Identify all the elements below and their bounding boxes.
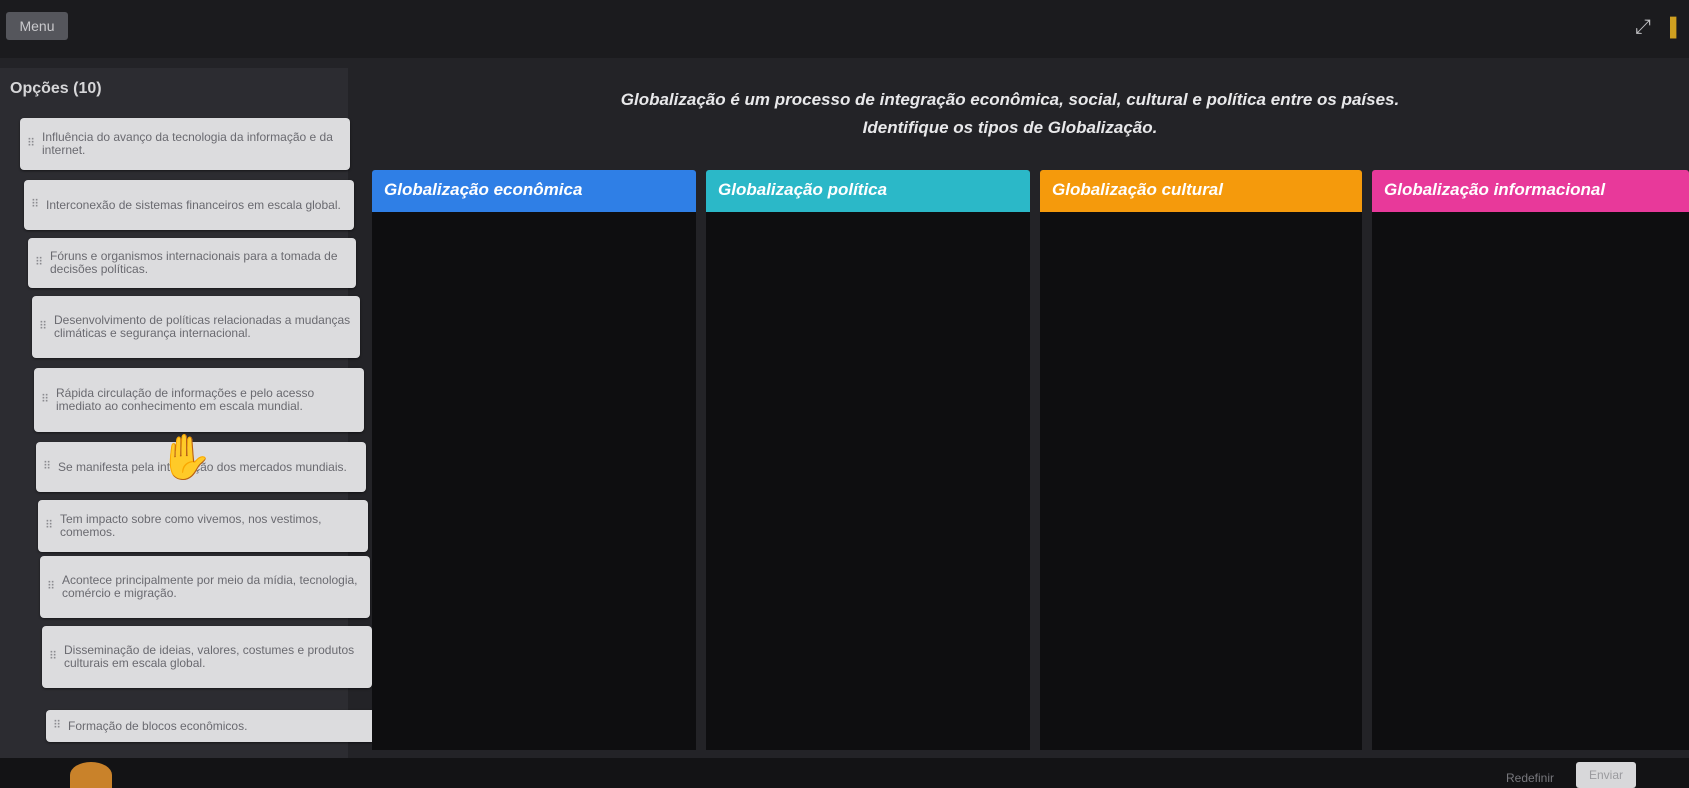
option-text: Tem impacto sobre como vivemos, nos vest… [60, 512, 322, 539]
drag-handle-icon[interactable]: ⠿ [31, 199, 39, 212]
option-card[interactable]: ⠿ Disseminação de ideias, valores, costu… [42, 626, 372, 688]
option-card[interactable]: ⠿ Desenvolvimento de políticas relaciona… [32, 296, 360, 358]
footer-bar [0, 758, 1689, 788]
drag-handle-icon[interactable]: ⠿ [41, 394, 49, 407]
option-card[interactable]: ⠿ Fóruns e organismos internacionais par… [28, 238, 356, 288]
option-card[interactable]: ⠿ Acontece principalmente por meio da mí… [40, 556, 370, 618]
drag-handle-icon[interactable]: ⠿ [27, 138, 35, 151]
drag-handle-icon[interactable]: ⠿ [45, 520, 53, 533]
column-header-informational: Globalização informacional [1372, 170, 1689, 212]
drop-zone-informational[interactable] [1372, 212, 1689, 750]
option-text: Se manifesta pela integração dos mercado… [58, 459, 347, 474]
column-header-cultural: Globalização cultural [1040, 170, 1362, 212]
option-card[interactable]: ⠿ Se manifesta pela integração dos merca… [36, 442, 366, 492]
option-card[interactable]: ⠿ Interconexão de sistemas financeiros e… [24, 180, 354, 230]
instruction-line-2: Identifique os tipos de Globalização. [862, 118, 1158, 137]
option-card[interactable]: ⠿ Formação de blocos econômicos. [46, 710, 376, 742]
drag-handle-icon[interactable]: ⠿ [35, 257, 43, 270]
avatar [70, 762, 112, 788]
column-header-political: Globalização política [706, 170, 1030, 212]
fullscreen-icon[interactable]: ⤢ [1628, 14, 1658, 40]
drag-handle-icon[interactable]: ⠿ [43, 461, 51, 474]
option-text: Formação de blocos econômicos. [68, 718, 248, 733]
drag-handle-icon[interactable]: ⠿ [53, 720, 61, 733]
option-text: Fóruns e organismos internacionais para … [50, 249, 338, 276]
drop-zone-political[interactable] [706, 212, 1030, 750]
drag-handle-icon[interactable]: ⠿ [39, 321, 47, 334]
drop-zone-cultural[interactable] [1040, 212, 1362, 750]
menu-button[interactable]: Menu [6, 12, 68, 40]
side-panel-icon[interactable]: ▌ [1670, 14, 1689, 40]
option-text: Acontece principalmente por meio da mídi… [62, 573, 358, 600]
drag-handle-icon[interactable]: ⠿ [49, 651, 57, 664]
drag-handle-icon[interactable]: ⠿ [47, 581, 55, 594]
options-title: Opções (10) [10, 80, 102, 97]
instruction-line-1: Globalização é um processo de integração… [620, 90, 1400, 109]
option-text: Interconexão de sistemas financeiros em … [46, 197, 341, 212]
option-card[interactable]: ⠿ Tem impacto sobre como vivemos, nos ve… [38, 500, 368, 552]
option-text: Rápida circulação de informações e pelo … [56, 386, 315, 413]
drop-zone-economic[interactable] [372, 212, 696, 750]
option-card[interactable]: ⠿ Rápida circulação de informações e pel… [34, 368, 364, 432]
send-button[interactable]: Enviar [1576, 762, 1636, 788]
option-text: Disseminação de ideias, valores, costume… [64, 643, 355, 670]
reset-button[interactable]: Redefinir [1490, 768, 1570, 788]
option-card[interactable]: ⠿ Influência do avanço da tecnologia da … [20, 118, 350, 170]
option-text: Influência do avanço da tecnologia da in… [42, 130, 333, 157]
option-text: Desenvolvimento de políticas relacionada… [54, 313, 351, 340]
top-bar: Menu ⤢ ▌ [0, 0, 1689, 58]
column-header-economic: Globalização econômica [372, 170, 696, 212]
